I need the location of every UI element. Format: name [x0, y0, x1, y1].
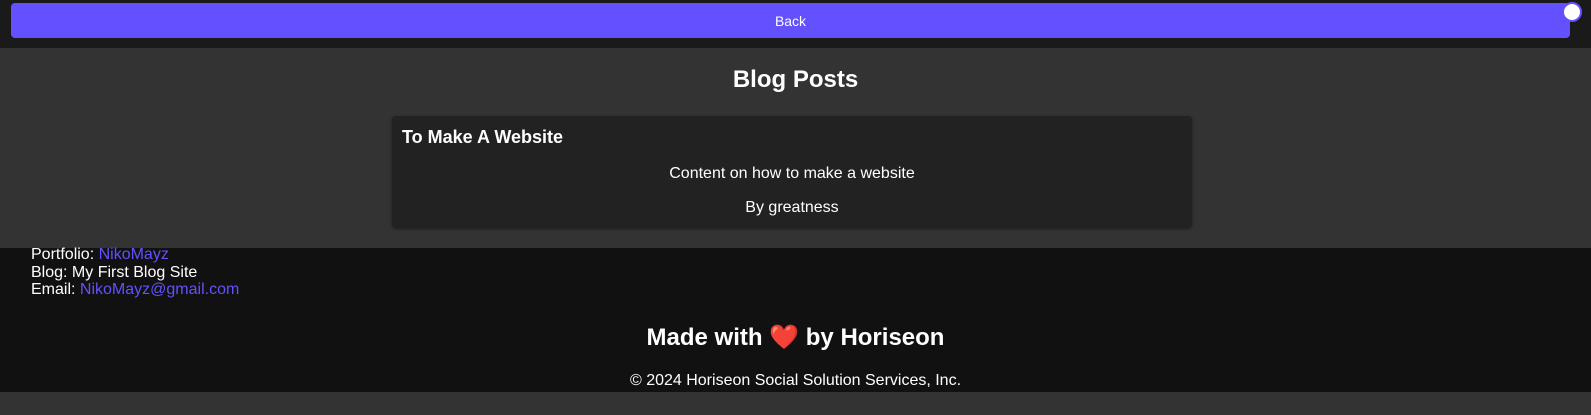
- footer-blog: Blog: My First Blog Site: [31, 264, 197, 282]
- heart-icon: ❤️: [769, 324, 800, 351]
- theme-toggle-icon[interactable]: [1562, 2, 1582, 22]
- blog-posts-section: Blog Posts To Make A Website Content on …: [0, 48, 1591, 248]
- copyright: © 2024 Horiseon Social Solution Services…: [629, 372, 962, 389]
- email-label: Email:: [31, 281, 76, 298]
- footer: Portfolio: NikoMayz Blog: My First Blog …: [0, 246, 1591, 392]
- page-title: Blog Posts: [732, 66, 859, 93]
- post-card[interactable]: To Make A Website Content on how to make…: [392, 116, 1192, 228]
- portfolio-link[interactable]: NikoMayz: [99, 246, 169, 263]
- portfolio-label: Portfolio:: [31, 246, 95, 263]
- top-bar: Back: [0, 0, 1591, 48]
- post-author: By greatness: [745, 199, 839, 216]
- made-with-heading: Made with ❤️ by Horiseon: [0, 323, 1591, 352]
- post-content: Content on how to make a website: [669, 165, 915, 182]
- footer-email: Email: NikoMayz@gmail.com: [31, 281, 239, 299]
- made-with-prefix: Made with: [646, 324, 763, 351]
- blog-value: My First Blog Site: [71, 264, 198, 281]
- back-button[interactable]: Back: [11, 3, 1570, 38]
- footer-portfolio: Portfolio: NikoMayz: [31, 246, 169, 264]
- post-title: To Make A Website: [402, 127, 564, 147]
- made-with-suffix: by Horiseon: [805, 324, 945, 351]
- email-link[interactable]: NikoMayz@gmail.com: [80, 281, 239, 298]
- blog-label: Blog:: [31, 264, 68, 281]
